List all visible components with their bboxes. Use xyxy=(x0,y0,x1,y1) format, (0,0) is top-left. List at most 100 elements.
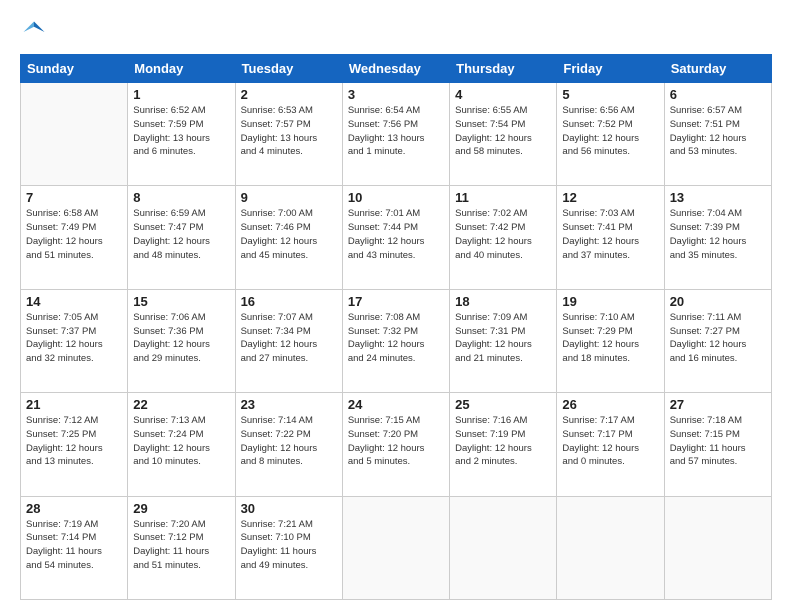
day-number: 22 xyxy=(133,397,229,412)
day-number: 8 xyxy=(133,190,229,205)
calendar-cell: 16Sunrise: 7:07 AM Sunset: 7:34 PM Dayli… xyxy=(235,289,342,392)
day-number: 2 xyxy=(241,87,337,102)
col-header-wednesday: Wednesday xyxy=(342,55,449,83)
calendar-cell: 20 Sunrise: 7:11 AM Sunset: 7:27 PM Dayli… xyxy=(664,289,771,392)
calendar-cell: 29 Sunrise: 7:20 AM Sunset: 7:12 PM Dayli… xyxy=(128,496,235,599)
day-info: Sunrise: 6:58 AM Sunset: 7:49 PM Dayligh… xyxy=(26,207,122,262)
day-info: Sunrise: 7:03 AM Sunset: 7:41 PM Dayligh… xyxy=(562,207,658,262)
calendar-cell: 3Sunrise: 6:54 AM Sunset: 7:56 PM Daylig… xyxy=(342,83,449,186)
col-header-monday: Monday xyxy=(128,55,235,83)
calendar-cell: 10Sunrise: 7:01 AM Sunset: 7:44 PM Dayli… xyxy=(342,186,449,289)
calendar-week-row: 14 Sunrise: 7:05 AM Sunset: 7:37 PM Dayli… xyxy=(21,289,772,392)
day-info: Sunrise: 7:00 AM Sunset: 7:46 PM Dayligh… xyxy=(241,207,337,262)
calendar-week-row: 1Sunrise: 6:52 AM Sunset: 7:59 PM Daylig… xyxy=(21,83,772,186)
day-info: Sunrise: 7:18 AM Sunset: 7:15 PM Dayligh… xyxy=(670,414,766,469)
calendar-cell: 28 Sunrise: 7:19 AM Sunset: 7:14 PM Dayli… xyxy=(21,496,128,599)
calendar-cell: 25 Sunrise: 7:16 AM Sunset: 7:19 PM Dayli… xyxy=(450,393,557,496)
calendar-cell: 12 Sunrise: 7:03 AM Sunset: 7:41 PM Dayli… xyxy=(557,186,664,289)
day-number: 17 xyxy=(348,294,444,309)
calendar-week-row: 28 Sunrise: 7:19 AM Sunset: 7:14 PM Dayli… xyxy=(21,496,772,599)
col-header-saturday: Saturday xyxy=(664,55,771,83)
day-number: 14 xyxy=(26,294,122,309)
calendar-cell: 9 Sunrise: 7:00 AM Sunset: 7:46 PM Daylig… xyxy=(235,186,342,289)
day-info: Sunrise: 6:53 AM Sunset: 7:57 PM Dayligh… xyxy=(241,104,337,159)
calendar-week-row: 21 Sunrise: 7:12 AM Sunset: 7:25 PM Dayli… xyxy=(21,393,772,496)
day-info: Sunrise: 7:05 AM Sunset: 7:37 PM Dayligh… xyxy=(26,311,122,366)
logo xyxy=(20,18,52,46)
day-number: 23 xyxy=(241,397,337,412)
day-info: Sunrise: 7:20 AM Sunset: 7:12 PM Dayligh… xyxy=(133,518,229,573)
calendar-cell: 8 Sunrise: 6:59 AM Sunset: 7:47 PM Daylig… xyxy=(128,186,235,289)
day-info: Sunrise: 7:19 AM Sunset: 7:14 PM Dayligh… xyxy=(26,518,122,573)
day-number: 28 xyxy=(26,501,122,516)
day-info: Sunrise: 6:56 AM Sunset: 7:52 PM Dayligh… xyxy=(562,104,658,159)
day-number: 9 xyxy=(241,190,337,205)
day-info: Sunrise: 7:21 AM Sunset: 7:10 PM Dayligh… xyxy=(241,518,337,573)
calendar-cell xyxy=(450,496,557,599)
day-info: Sunrise: 7:14 AM Sunset: 7:22 PM Dayligh… xyxy=(241,414,337,469)
calendar-cell: 4Sunrise: 6:55 AM Sunset: 7:54 PM Daylig… xyxy=(450,83,557,186)
day-number: 3 xyxy=(348,87,444,102)
calendar-cell: 23 Sunrise: 7:14 AM Sunset: 7:22 PM Dayli… xyxy=(235,393,342,496)
day-number: 11 xyxy=(455,190,551,205)
calendar-cell xyxy=(557,496,664,599)
day-number: 21 xyxy=(26,397,122,412)
calendar-cell: 7 Sunrise: 6:58 AM Sunset: 7:49 PM Daylig… xyxy=(21,186,128,289)
day-info: Sunrise: 7:13 AM Sunset: 7:24 PM Dayligh… xyxy=(133,414,229,469)
day-number: 18 xyxy=(455,294,551,309)
day-info: Sunrise: 6:52 AM Sunset: 7:59 PM Dayligh… xyxy=(133,104,229,159)
day-number: 25 xyxy=(455,397,551,412)
day-number: 15 xyxy=(133,294,229,309)
calendar-cell: 5 Sunrise: 6:56 AM Sunset: 7:52 PM Daylig… xyxy=(557,83,664,186)
day-number: 13 xyxy=(670,190,766,205)
logo-icon xyxy=(20,18,48,46)
calendar-cell: 24Sunrise: 7:15 AM Sunset: 7:20 PM Dayli… xyxy=(342,393,449,496)
day-info: Sunrise: 7:16 AM Sunset: 7:19 PM Dayligh… xyxy=(455,414,551,469)
day-info: Sunrise: 6:57 AM Sunset: 7:51 PM Dayligh… xyxy=(670,104,766,159)
day-number: 7 xyxy=(26,190,122,205)
page: SundayMondayTuesdayWednesdayThursdayFrid… xyxy=(0,0,792,612)
calendar-cell xyxy=(21,83,128,186)
day-info: Sunrise: 6:55 AM Sunset: 7:54 PM Dayligh… xyxy=(455,104,551,159)
calendar-cell: 13 Sunrise: 7:04 AM Sunset: 7:39 PM Dayli… xyxy=(664,186,771,289)
header xyxy=(20,18,772,46)
day-number: 24 xyxy=(348,397,444,412)
calendar-cell: 2 Sunrise: 6:53 AM Sunset: 7:57 PM Daylig… xyxy=(235,83,342,186)
calendar-cell: 26 Sunrise: 7:17 AM Sunset: 7:17 PM Dayli… xyxy=(557,393,664,496)
day-info: Sunrise: 7:08 AM Sunset: 7:32 PM Dayligh… xyxy=(348,311,444,366)
day-number: 26 xyxy=(562,397,658,412)
day-number: 6 xyxy=(670,87,766,102)
calendar-cell: 11Sunrise: 7:02 AM Sunset: 7:42 PM Dayli… xyxy=(450,186,557,289)
calendar: SundayMondayTuesdayWednesdayThursdayFrid… xyxy=(20,54,772,600)
col-header-tuesday: Tuesday xyxy=(235,55,342,83)
calendar-header-row: SundayMondayTuesdayWednesdayThursdayFrid… xyxy=(21,55,772,83)
day-number: 12 xyxy=(562,190,658,205)
day-number: 30 xyxy=(241,501,337,516)
day-info: Sunrise: 7:04 AM Sunset: 7:39 PM Dayligh… xyxy=(670,207,766,262)
calendar-cell: 30 Sunrise: 7:21 AM Sunset: 7:10 PM Dayli… xyxy=(235,496,342,599)
day-number: 10 xyxy=(348,190,444,205)
calendar-cell: 6 Sunrise: 6:57 AM Sunset: 7:51 PM Daylig… xyxy=(664,83,771,186)
day-number: 27 xyxy=(670,397,766,412)
day-number: 5 xyxy=(562,87,658,102)
day-info: Sunrise: 7:06 AM Sunset: 7:36 PM Dayligh… xyxy=(133,311,229,366)
calendar-cell: 15 Sunrise: 7:06 AM Sunset: 7:36 PM Dayli… xyxy=(128,289,235,392)
calendar-cell: 14 Sunrise: 7:05 AM Sunset: 7:37 PM Dayli… xyxy=(21,289,128,392)
day-info: Sunrise: 6:59 AM Sunset: 7:47 PM Dayligh… xyxy=(133,207,229,262)
day-info: Sunrise: 7:17 AM Sunset: 7:17 PM Dayligh… xyxy=(562,414,658,469)
calendar-cell xyxy=(664,496,771,599)
day-info: Sunrise: 7:12 AM Sunset: 7:25 PM Dayligh… xyxy=(26,414,122,469)
col-header-thursday: Thursday xyxy=(450,55,557,83)
col-header-sunday: Sunday xyxy=(21,55,128,83)
day-info: Sunrise: 7:11 AM Sunset: 7:27 PM Dayligh… xyxy=(670,311,766,366)
day-number: 19 xyxy=(562,294,658,309)
calendar-cell: 1Sunrise: 6:52 AM Sunset: 7:59 PM Daylig… xyxy=(128,83,235,186)
calendar-cell: 17 Sunrise: 7:08 AM Sunset: 7:32 PM Dayli… xyxy=(342,289,449,392)
calendar-cell: 18Sunrise: 7:09 AM Sunset: 7:31 PM Dayli… xyxy=(450,289,557,392)
calendar-cell: 22 Sunrise: 7:13 AM Sunset: 7:24 PM Dayli… xyxy=(128,393,235,496)
day-info: Sunrise: 7:10 AM Sunset: 7:29 PM Dayligh… xyxy=(562,311,658,366)
day-info: Sunrise: 7:07 AM Sunset: 7:34 PM Dayligh… xyxy=(241,311,337,366)
day-number: 29 xyxy=(133,501,229,516)
calendar-cell: 27 Sunrise: 7:18 AM Sunset: 7:15 PM Dayli… xyxy=(664,393,771,496)
day-number: 20 xyxy=(670,294,766,309)
